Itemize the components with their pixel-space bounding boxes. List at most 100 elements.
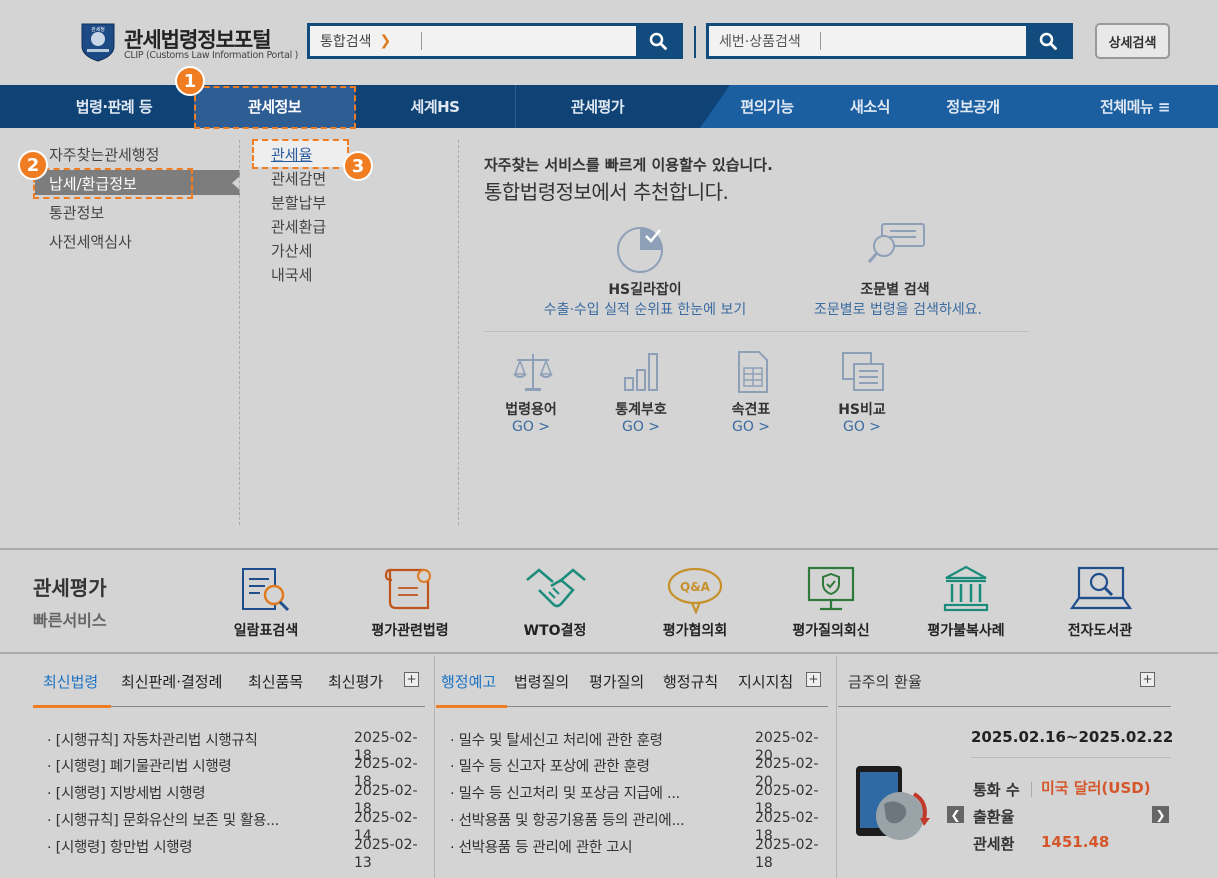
nav-all-menu[interactable]: 전체메뉴 ≡	[1080, 85, 1190, 128]
submenu-domestic-tax[interactable]: 내국세	[271, 264, 312, 285]
highlight-box-3	[252, 139, 349, 169]
hs-search-input[interactable]	[821, 26, 1026, 56]
hs-search-box: 세번·상품검색	[706, 23, 1073, 59]
nav-news[interactable]: 새소식	[828, 85, 912, 128]
fx-prev-button[interactable]: ❮	[947, 806, 964, 823]
list-item[interactable]: · [시행규칙] 문화유산의 보존 및 활용...	[47, 809, 279, 830]
list-item[interactable]: · [시행령] 지방세법 시행령	[47, 782, 206, 803]
list-item[interactable]: · [시행령] 항만법 시행령	[47, 836, 193, 857]
quick-valuation-appeals[interactable]: 평가불복사례	[901, 620, 1031, 640]
search-input[interactable]	[422, 26, 636, 56]
quick-valuation-qa[interactable]: 평가질의회신	[766, 620, 896, 640]
plus-icon[interactable]: +	[404, 672, 419, 687]
search-category-select[interactable]: 통합검색 ❯	[310, 32, 422, 50]
court-building-icon	[942, 564, 990, 614]
band-divider	[0, 548, 1218, 550]
laptop-search-icon	[1069, 564, 1133, 614]
list-item[interactable]: · 선박용품 및 항공기용품 등의 관리에...	[450, 809, 685, 830]
left-menu-frequent[interactable]: 자주찾는관세행정	[49, 144, 159, 165]
list-item[interactable]: · 밀수 및 탈세신고 처리에 관한 훈령	[450, 729, 663, 750]
monitor-shield-icon	[806, 564, 856, 614]
search-button[interactable]	[636, 26, 680, 56]
left-menu-pre-review[interactable]: 사전세액심사	[49, 231, 132, 252]
quick-valuation-laws[interactable]: 평가관련법령	[345, 620, 475, 640]
menu-column-divider	[458, 140, 459, 525]
fx-rate-value: 1451.48	[1041, 833, 1110, 851]
list-item[interactable]: · 선박용품 등 관리에 관한 고시	[450, 836, 633, 857]
left-menu-clearance[interactable]: 통관정보	[49, 202, 104, 223]
fx-title: 금주의 환율	[848, 673, 922, 691]
tab-valuation-inquiry[interactable]: 평가질의	[589, 671, 644, 692]
quick-e-library[interactable]: 전자도서관	[1035, 620, 1165, 640]
fx-currency[interactable]: 미국 달러(USD)	[1041, 777, 1151, 798]
submenu-tariff-reduction[interactable]: 관세감면	[271, 168, 326, 189]
tool-stat-codes-title[interactable]: 통계부호	[596, 399, 686, 419]
tool-stat-codes-go[interactable]: GO >	[596, 419, 686, 435]
tab-latest-laws[interactable]: 최신법령	[43, 671, 98, 692]
fx-date-range: 2025.02.16~2025.02.22	[971, 728, 1174, 746]
quick-wto-decisions[interactable]: WTO결정	[490, 620, 620, 640]
advanced-search-button[interactable]: 상세검색	[1095, 23, 1170, 59]
nav-world-hs[interactable]: 세계HS	[355, 85, 515, 128]
svg-text:Q&A: Q&A	[680, 580, 711, 594]
plus-icon[interactable]: +	[1140, 672, 1155, 687]
panel-divider	[434, 656, 435, 878]
submenu-installment[interactable]: 분할납부	[271, 192, 326, 213]
tool-quick-table-title[interactable]: 속견표	[706, 399, 796, 419]
list-item[interactable]: · 밀수 등 신고자 포상에 관한 훈령	[450, 755, 650, 776]
tab-latest-valuation[interactable]: 최신평가	[328, 671, 383, 692]
handshake-icon	[525, 566, 587, 614]
plus-icon[interactable]: +	[806, 672, 821, 687]
tab-law-inquiry[interactable]: 법령질의	[514, 671, 569, 692]
submenu-penalty-tax[interactable]: 가산세	[271, 240, 312, 261]
step-badge-1: 1	[175, 66, 205, 96]
tool-legal-terms-go[interactable]: GO >	[486, 419, 576, 435]
tab-baseline	[838, 706, 1171, 707]
tab-active-underline	[33, 705, 111, 708]
logo-emblem[interactable]: 관세청	[80, 22, 116, 62]
search-icon	[649, 32, 667, 50]
tab-latest-items[interactable]: 최신품목	[248, 671, 303, 692]
quick-list-search[interactable]: 일람표검색	[201, 620, 331, 640]
article-search-icon	[866, 222, 928, 274]
search-icon	[1039, 32, 1057, 50]
tab-admin-rules[interactable]: 행정규칙	[663, 671, 718, 692]
hs-search-button[interactable]	[1026, 26, 1070, 56]
qa-bubble-icon: Q&A	[666, 566, 724, 615]
tab-directives[interactable]: 지시지침	[738, 671, 793, 692]
scroll-law-icon	[384, 564, 436, 614]
list-item-date: 2025-02-18	[755, 837, 819, 871]
submenu-refund[interactable]: 관세환급	[271, 216, 326, 237]
tab-latest-cases[interactable]: 최신판례·결정례	[121, 671, 222, 692]
fx-label: 통화 수출환율 관세환	[973, 781, 1020, 853]
nav-disclosure[interactable]: 정보공개	[928, 85, 1018, 128]
fx-next-button[interactable]: ❯	[1152, 806, 1169, 823]
integrated-search-box: 통합검색 ❯	[307, 23, 683, 59]
nav-laws[interactable]: 법령·판례 등	[34, 85, 194, 128]
nav-valuation[interactable]: 관세평가	[515, 85, 680, 128]
service-article-search-desc[interactable]: 조문별로 법령을 검색하세요.	[773, 299, 1023, 319]
search-category-label: 통합검색	[320, 34, 372, 50]
tool-quick-table-go[interactable]: GO >	[706, 419, 796, 435]
tab-admin-notice[interactable]: 행정예고	[441, 671, 496, 692]
recommend-subheading: 통합법령정보에서 추천합니다.	[484, 180, 729, 204]
document-table-icon	[731, 350, 775, 394]
logo-subtitle: CLIP (Customs Law Information Portal )	[124, 50, 299, 61]
menu-column-divider	[239, 140, 240, 525]
service-article-search-title[interactable]: 조문별 검색	[820, 279, 970, 299]
list-item[interactable]: · [시행규칙] 자동차관리법 시행규칙	[47, 729, 258, 750]
list-search-icon	[240, 565, 292, 613]
list-item-date: 2025-02-13	[354, 837, 418, 871]
quick-valuation-council[interactable]: 평가협의회	[630, 620, 760, 640]
list-item[interactable]: · 밀수 등 신고처리 및 포상금 지급에 ...	[450, 782, 680, 803]
quick-service-title: 관세평가	[33, 576, 107, 600]
service-hs-guide-title[interactable]: HS길라잡이	[570, 279, 720, 299]
tool-legal-terms-title[interactable]: 법령용어	[486, 399, 576, 419]
service-hs-guide-desc[interactable]: 수출·수입 실적 순위표 한눈에 보기	[507, 299, 783, 319]
list-item[interactable]: · [시행령] 폐기물관리법 시행령	[47, 755, 232, 776]
quick-service-subtitle: 빠른서비스	[33, 611, 107, 630]
tool-hs-compare-go[interactable]: GO >	[817, 419, 907, 435]
tool-hs-compare-title[interactable]: HS비교	[817, 399, 907, 419]
nav-convenience[interactable]: 편의기능	[722, 85, 812, 128]
highlight-box-2	[33, 168, 193, 199]
